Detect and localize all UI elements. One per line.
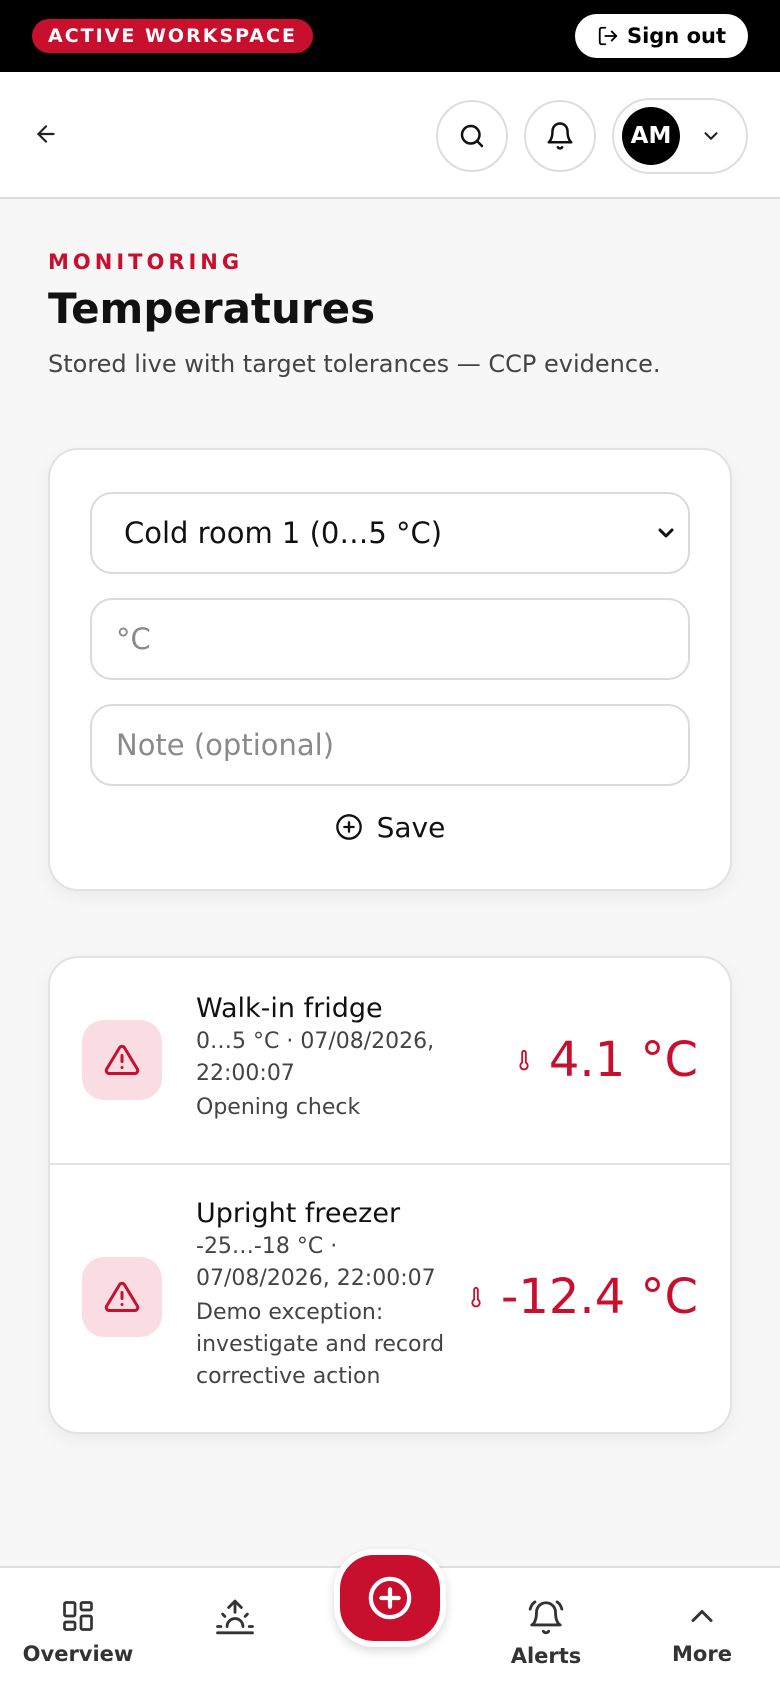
section-eyebrow: MONITORING [48, 250, 244, 274]
list-item[interactable]: Upright freezer -25…-18 °C · 07/08/2026,… [50, 1165, 730, 1432]
chevron-down-icon [704, 132, 718, 140]
app-header: AM [0, 72, 780, 199]
item-note: Opening check [196, 1095, 361, 1120]
sign-out-icon [598, 26, 618, 46]
readings-list: Walk-in fridge 0…5 °C · 07/08/2026, 22:0… [48, 956, 732, 1434]
thermometer-icon [471, 1286, 481, 1308]
arrow-left-icon [37, 125, 55, 143]
bell-icon [547, 122, 573, 150]
item-name: Walk-in fridge [196, 993, 383, 1024]
add-entry-fab[interactable] [334, 1549, 446, 1647]
page-title: Temperatures [48, 284, 376, 333]
nav-alerts[interactable]: Alerts [506, 1568, 586, 1688]
item-range: -25…-18 °C · [196, 1234, 338, 1259]
reading-value: -12.4 °C [501, 1269, 698, 1325]
temperature-reading: 4.1 °C [513, 1032, 698, 1088]
active-workspace-badge: ACTIVE WORKSPACE [32, 19, 313, 53]
search-button[interactable] [436, 100, 508, 172]
temperature-input[interactable] [90, 598, 690, 680]
nav-overview[interactable]: Overview [22, 1568, 134, 1688]
warning-triangle-icon [104, 1281, 140, 1312]
save-label: Save [376, 810, 446, 844]
note-input[interactable] [90, 704, 690, 786]
unit-select[interactable]: Cold room 1 (0…5 °C) [90, 492, 690, 574]
nav-alerts-label: Alerts [510, 1644, 582, 1668]
warning-badge [82, 1257, 162, 1337]
chevron-down-icon [658, 528, 674, 538]
dashboard-grid-icon [63, 1601, 93, 1631]
nav-overview-label: Overview [22, 1642, 134, 1666]
thermometer-icon [519, 1049, 529, 1071]
sign-out-label: Sign out [626, 24, 726, 48]
save-button[interactable]: Save [50, 802, 730, 852]
item-note: Demo exception: investigate and record c… [196, 1300, 445, 1389]
sunrise-icon [216, 1599, 254, 1635]
search-icon [460, 124, 484, 148]
page-subtitle: Stored live with target tolerances — CCP… [48, 350, 661, 378]
temperature-entry-form: Cold room 1 (0…5 °C) Save [48, 448, 732, 891]
plus-circle-icon [335, 814, 362, 840]
reading-value: 4.1 °C [548, 1032, 698, 1088]
warning-triangle-icon [104, 1044, 140, 1075]
sign-out-button[interactable]: Sign out [574, 14, 748, 58]
user-menu-button[interactable]: AM [612, 98, 748, 174]
nav-opening[interactable] [200, 1568, 270, 1688]
item-time: 07/08/2026, 22:00:07 [196, 1266, 436, 1291]
temperature-reading: -12.4 °C [465, 1269, 698, 1325]
notifications-button[interactable] [524, 100, 596, 172]
nav-more[interactable]: More [660, 1568, 744, 1688]
workspace-bar: ACTIVE WORKSPACE Sign out [0, 0, 780, 72]
warning-badge [82, 1020, 162, 1100]
avatar: AM [622, 107, 680, 165]
item-time: 22:00:07 [196, 1061, 295, 1086]
nav-more-label: More [672, 1642, 732, 1666]
list-item[interactable]: Walk-in fridge 0…5 °C · 07/08/2026, 22:0… [50, 958, 730, 1163]
item-name: Upright freezer [196, 1198, 401, 1229]
plus-circle-icon [368, 1576, 412, 1620]
alarm-bell-icon [528, 1600, 564, 1635]
item-range: 0…5 °C · 07/08/2026, [196, 1029, 435, 1054]
back-button[interactable] [28, 116, 64, 152]
chevron-up-icon [691, 1610, 713, 1622]
unit-select-value: Cold room 1 (0…5 °C) [124, 516, 443, 550]
